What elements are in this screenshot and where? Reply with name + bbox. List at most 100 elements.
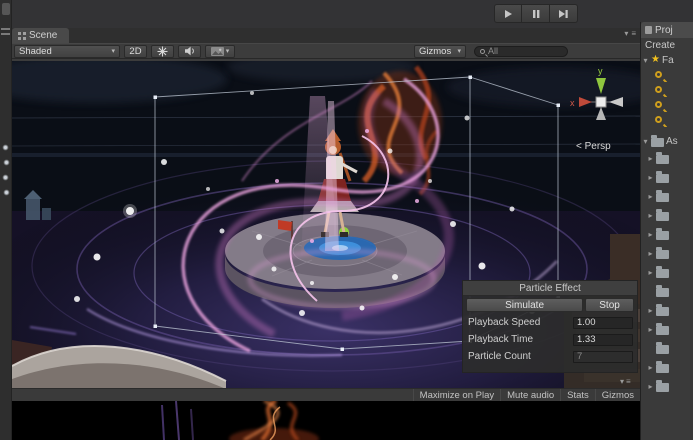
play-button[interactable] <box>494 4 522 23</box>
project-folder-item[interactable]: ▸ <box>641 168 693 187</box>
favorites-item[interactable]: ▾ ★ Fa <box>641 53 693 67</box>
game-viewport[interactable] <box>12 399 640 440</box>
light-icon <box>157 46 168 56</box>
pause-icon <box>532 9 539 18</box>
hamburger-icon <box>1 28 10 35</box>
chevron-right-icon[interactable]: ▸ <box>647 325 654 334</box>
effects-dropdown[interactable]: ▾ <box>205 44 235 58</box>
tab-scene[interactable]: Scene <box>12 28 70 43</box>
game-render <box>161 399 319 440</box>
assets-item[interactable]: ▾ As <box>641 134 693 149</box>
chevron-right-icon[interactable]: ▸ <box>647 249 654 258</box>
scene-tab-bar: Scene ▾ ≡ <box>12 28 640 43</box>
chevron-right-icon[interactable]: ▸ <box>647 382 654 391</box>
chevron-right-icon[interactable]: ▸ <box>647 306 654 315</box>
project-folder-list: ▸ ▸ ▸ ▸ ▸ ▸ ▸ ▸ ▸ ▸ ▸ <box>641 149 693 396</box>
project-tab-icon <box>645 26 652 34</box>
simulate-button[interactable]: Simulate <box>466 298 584 312</box>
particle-effect-panel: Particle Effect Simulate Stop Playback S… <box>462 280 638 373</box>
playback-speed-row: Playback Speed 1.00 <box>463 314 637 331</box>
chevron-right-icon[interactable]: ▸ <box>647 192 654 201</box>
create-button[interactable]: Create <box>641 38 693 53</box>
chevron-down-icon[interactable]: ▾ <box>642 137 649 146</box>
particle-item-icon <box>2 144 9 151</box>
folder-icon <box>651 135 664 147</box>
gizmos-dropdown[interactable]: Gizmos ▾ <box>414 44 466 58</box>
panel-icon <box>2 3 10 15</box>
chevron-down-icon: ▾ <box>457 47 461 55</box>
scene-panel-menu[interactable]: ▾ ≡ <box>624 30 636 38</box>
particle-count-field: 7 <box>573 350 633 363</box>
chevron-right-icon[interactable]: ▸ <box>647 211 654 220</box>
gizmo-cube[interactable] <box>595 96 607 108</box>
folder-icon <box>656 342 669 354</box>
favorite-star-icon: ★ <box>651 54 660 65</box>
transport-controls <box>494 4 578 23</box>
game-panel-menu[interactable]: ▾ ≡ <box>620 378 631 386</box>
project-folder-item[interactable]: ▸ <box>641 244 693 263</box>
folder-icon <box>656 266 669 278</box>
stop-button[interactable]: Stop <box>585 298 634 312</box>
pause-button[interactable] <box>522 4 550 23</box>
game-view-toolbar: Maximize on Play Mute audio Stats Gizmos <box>12 388 640 401</box>
particle-count-row: Particle Count 7 <box>463 348 637 365</box>
persp-label[interactable]: < Persp <box>576 141 611 152</box>
playback-time-field[interactable]: 1.33 <box>573 333 633 346</box>
left-panel-edge <box>0 0 12 440</box>
project-folder-item[interactable]: ▸ <box>641 263 693 282</box>
chevron-right-icon[interactable]: ▸ <box>647 363 654 372</box>
folder-icon <box>656 323 669 335</box>
chevron-right-icon[interactable]: ▸ <box>647 154 654 163</box>
2d-toggle[interactable]: 2D <box>124 44 147 58</box>
folder-icon <box>656 285 669 297</box>
folder-icon <box>656 361 669 373</box>
particle-item-icon <box>3 159 10 166</box>
gizmo-y-label: y <box>598 66 603 76</box>
chevron-down-icon: ▾ <box>624 29 629 38</box>
project-folder-item[interactable]: ▸ <box>641 206 693 225</box>
tab-project[interactable]: Proj <box>641 22 693 38</box>
folder-icon <box>656 152 669 164</box>
project-search-item[interactable] <box>641 67 693 82</box>
gizmo-x-label: x <box>570 98 575 108</box>
chevron-down-icon[interactable]: ▾ <box>642 56 649 65</box>
mute-audio-toggle[interactable]: Mute audio <box>500 389 560 401</box>
particle-count-label: Particle Count <box>468 351 531 362</box>
playback-time-row: Playback Time 1.33 <box>463 331 637 348</box>
project-folder-item[interactable] <box>641 282 693 301</box>
project-panel: Proj Create ▾ ★ Fa ▾ As ▸ ▸ ▸ ▸ ▸ ▸ ▸ ▸ ▸ ▸ ▸ <box>640 22 693 440</box>
lighting-toggle[interactable] <box>151 44 174 58</box>
folder-icon <box>656 209 669 221</box>
gizmos-label: Gizmos <box>419 45 452 57</box>
shaded-dropdown[interactable]: Shaded ▾ <box>14 44 120 58</box>
2d-label: 2D <box>129 45 142 57</box>
scene-search-input[interactable]: All <box>474 45 568 57</box>
chevron-down-icon: ▾ <box>620 377 625 386</box>
stats-toggle[interactable]: Stats <box>560 389 595 401</box>
folder-icon <box>656 190 669 202</box>
folder-icon <box>656 304 669 316</box>
audio-toggle[interactable] <box>178 44 201 58</box>
project-search-item[interactable] <box>641 82 693 97</box>
step-button[interactable] <box>550 4 578 23</box>
project-folder-item[interactable]: ▸ <box>641 187 693 206</box>
project-folder-item[interactable]: ▸ <box>641 301 693 320</box>
search-icon <box>480 48 485 54</box>
gizmos-toggle[interactable]: Gizmos <box>594 389 640 401</box>
maximize-on-play-toggle[interactable]: Maximize on Play <box>412 389 500 401</box>
project-folder-item[interactable]: ▸ <box>641 358 693 377</box>
project-folder-item[interactable]: ▸ <box>641 149 693 168</box>
project-search-item[interactable] <box>641 97 693 112</box>
chevron-right-icon[interactable]: ▸ <box>647 230 654 239</box>
playback-speed-field[interactable]: 1.00 <box>573 316 633 329</box>
chevron-right-icon[interactable]: ▸ <box>647 173 654 182</box>
project-folder-item[interactable]: ▸ <box>641 377 693 396</box>
chevron-right-icon[interactable]: ▸ <box>647 268 654 277</box>
assets-label: As <box>666 136 678 147</box>
project-search-item[interactable] <box>641 112 693 127</box>
project-folder-item[interactable]: ▸ <box>641 320 693 339</box>
favorites-label: Fa <box>661 54 674 66</box>
project-folder-item[interactable] <box>641 339 693 358</box>
project-folder-item[interactable]: ▸ <box>641 225 693 244</box>
hamburger-icon: ≡ <box>626 377 631 386</box>
